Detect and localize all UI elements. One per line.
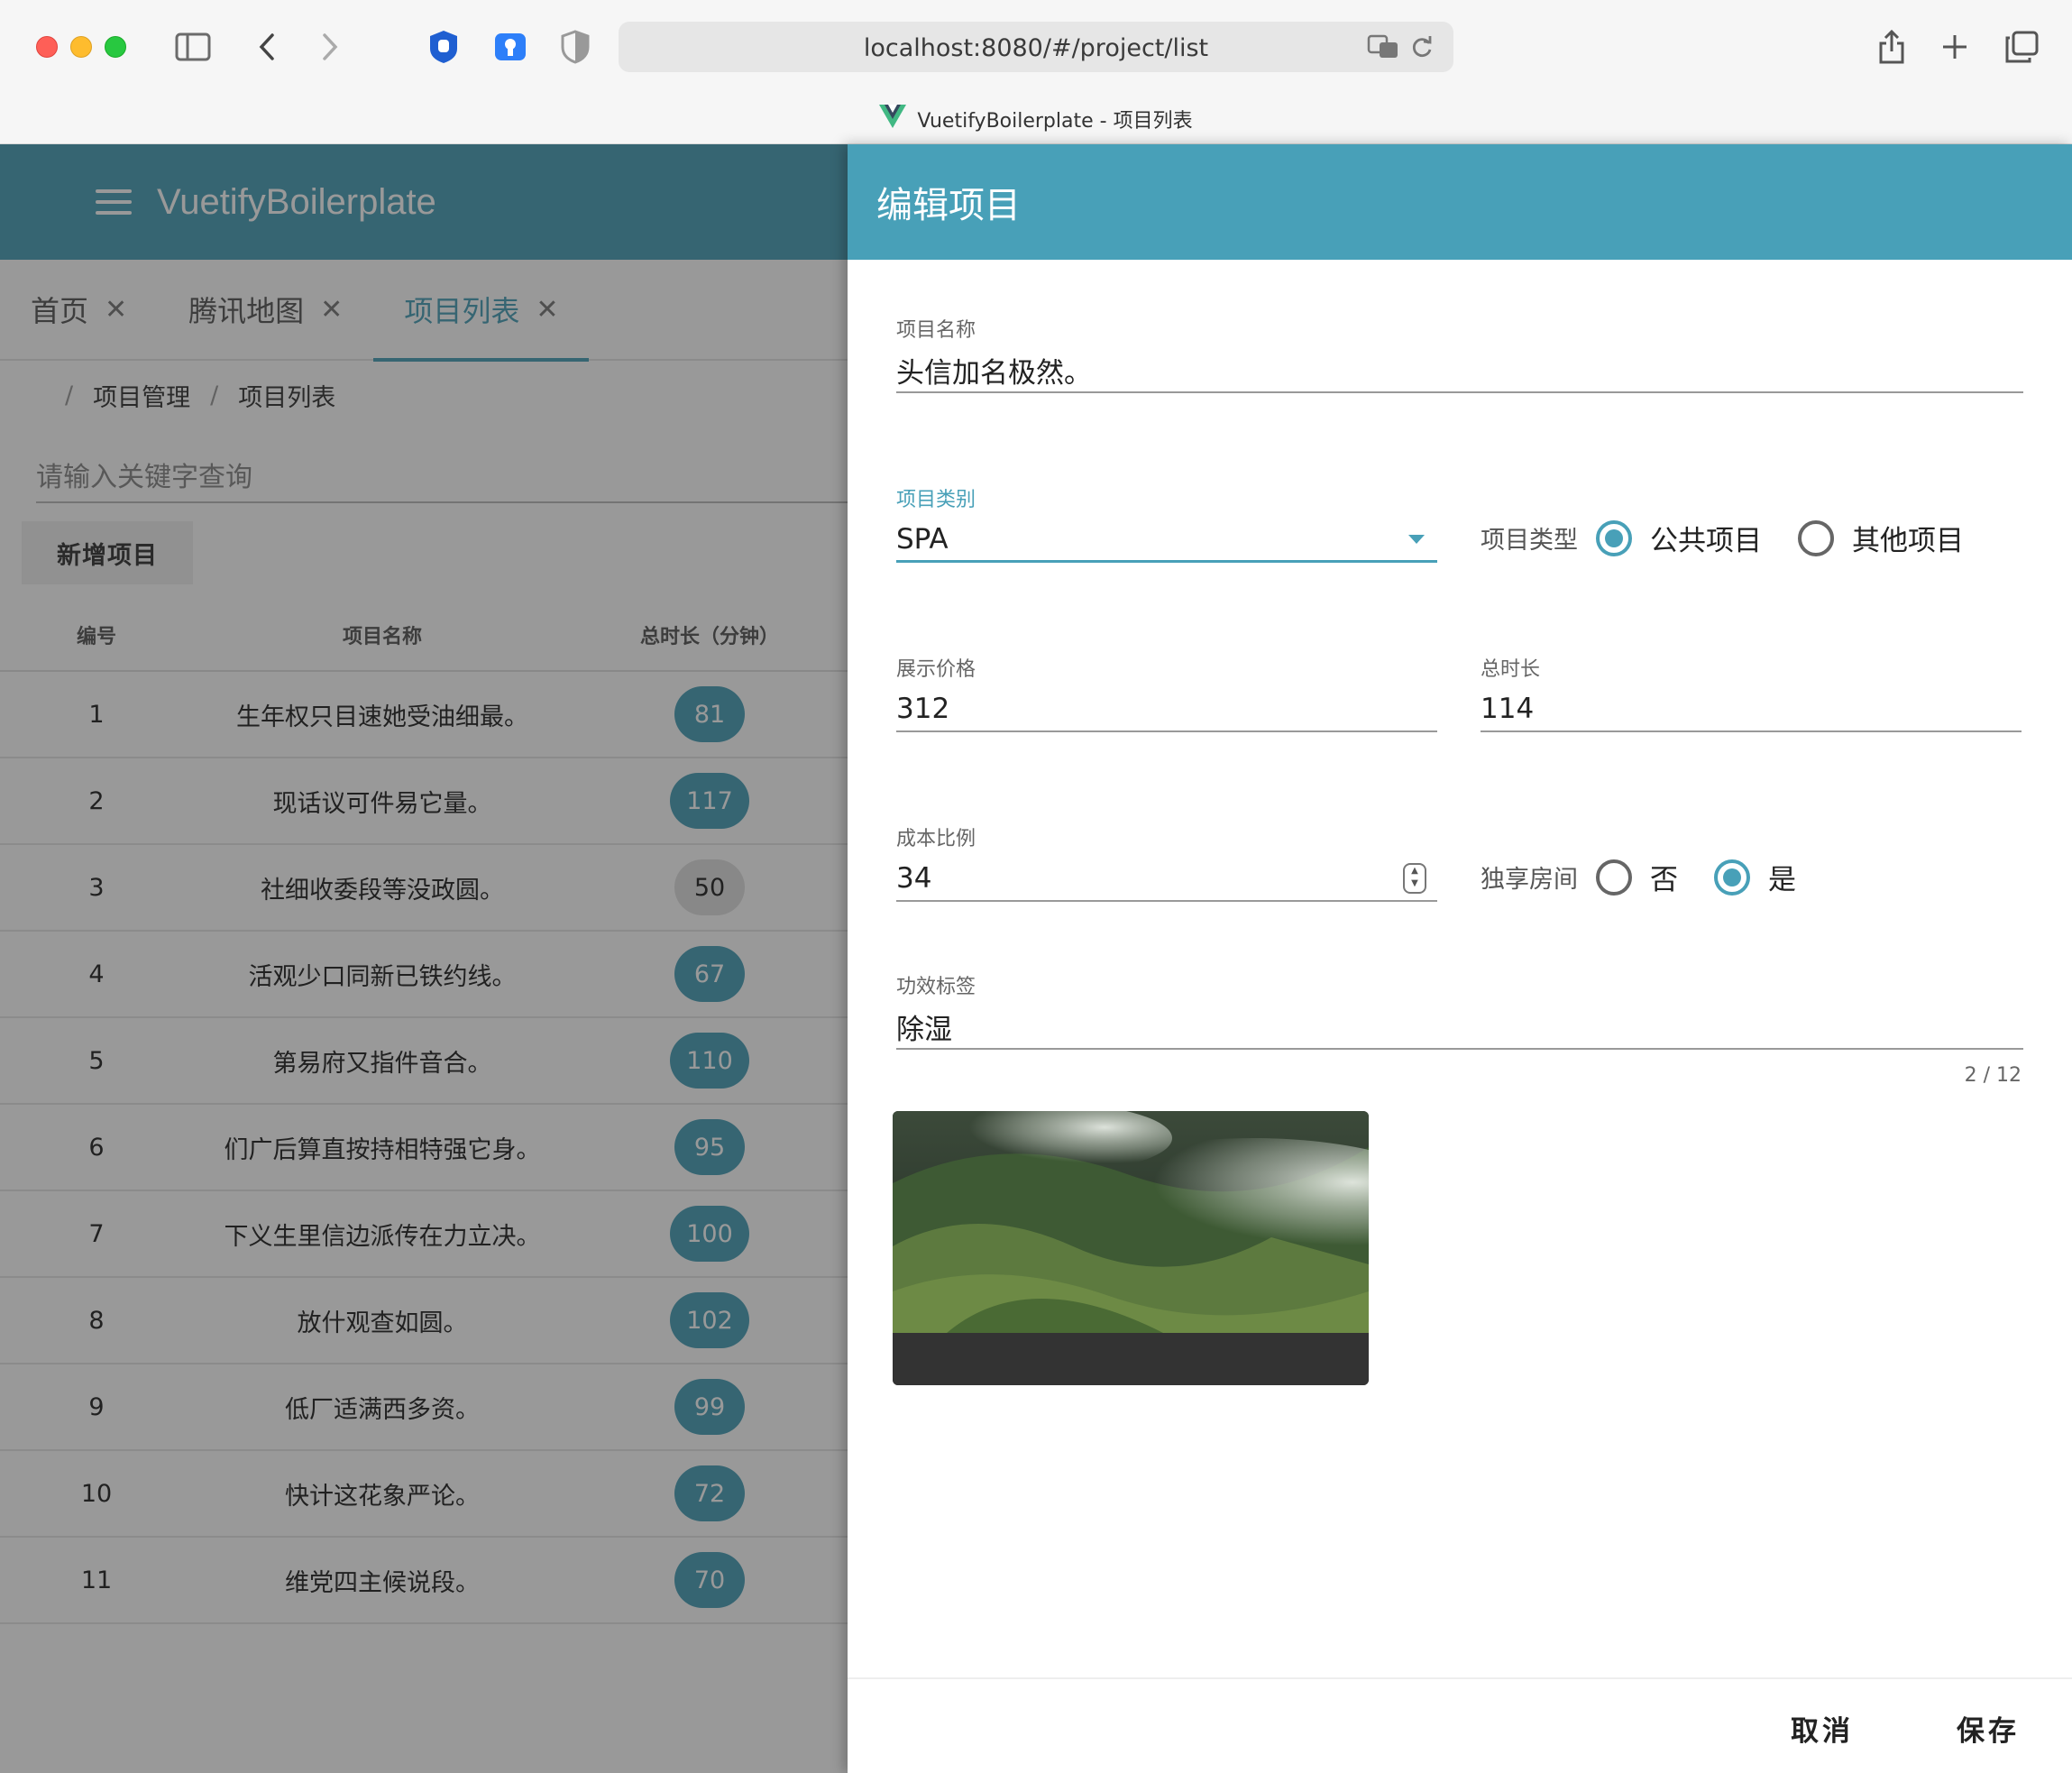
display-price-input[interactable]: 312	[896, 687, 1437, 732]
project-type-radio-group: 项目类型 公共项目 其他项目	[1481, 518, 2000, 558]
field-value: 头信加名极然。	[896, 356, 1092, 390]
cost-ratio-input[interactable]: 34 ▲ ▼	[896, 857, 1437, 902]
sidebar-toggle-icon[interactable]	[170, 23, 216, 70]
cancel-button[interactable]: 取消	[1791, 1708, 1854, 1749]
radio-unchecked-icon[interactable]	[1798, 519, 1834, 556]
minimize-window-button[interactable]	[70, 36, 92, 58]
share-icon[interactable]	[1868, 23, 1915, 70]
total-duration-input[interactable]: 114	[1481, 687, 2022, 732]
field-label: 总时长	[1481, 658, 1541, 681]
field-value: SPA	[896, 522, 949, 556]
efficacy-tag-field[interactable]: 功效标签 除湿	[896, 970, 2023, 1050]
browser-chrome: localhost:8080/#/project/list VuetifyBoi…	[0, 0, 2072, 144]
drawer-title: 编辑项目	[848, 144, 2072, 260]
back-icon[interactable]	[243, 23, 290, 70]
radio-label: 否	[1650, 864, 1678, 896]
tab-overview-icon[interactable]	[1998, 23, 2045, 70]
modal-overlay[interactable]	[0, 144, 848, 1773]
project-name-input[interactable]: 头信加名极然。	[896, 348, 2023, 393]
cost-ratio-field[interactable]: 成本比例 34 ▲ ▼	[896, 822, 1437, 902]
maximize-window-button[interactable]	[105, 36, 126, 58]
new-tab-icon[interactable]	[1931, 23, 1978, 70]
field-label: 功效标签	[896, 976, 976, 998]
forward-icon[interactable]	[307, 23, 353, 70]
total-duration-field[interactable]: 总时长 114	[1481, 653, 2022, 732]
radio-exclusive-yes[interactable]: 是	[1714, 857, 1796, 897]
reload-icon[interactable]	[1410, 34, 1434, 63]
page-tab[interactable]: VuetifyBoilerplate - 项目列表	[0, 105, 2072, 133]
group-label: 项目类型	[1481, 527, 1578, 555]
radio-exclusive-no[interactable]: 否	[1596, 857, 1678, 897]
shield-icon[interactable]	[552, 23, 599, 70]
radio-public-project[interactable]: 公共项目	[1596, 518, 1762, 558]
project-category-select[interactable]: 项目类别 SPA	[896, 483, 1437, 563]
field-label: 成本比例	[896, 828, 976, 850]
radio-checked-icon[interactable]	[1596, 519, 1632, 556]
field-value: 114	[1481, 693, 1535, 725]
number-stepper-icon[interactable]: ▲ ▼	[1403, 863, 1426, 894]
radio-label: 公共项目	[1650, 525, 1762, 557]
project-image[interactable]	[893, 1111, 1369, 1385]
dropdown-arrow-icon[interactable]	[1408, 534, 1425, 544]
field-value: 除湿	[896, 1013, 952, 1046]
drawer-actions: 取消 保存	[848, 1677, 2072, 1773]
radio-other-project[interactable]: 其他项目	[1798, 518, 1964, 558]
field-value: 34	[896, 862, 932, 895]
page-tab-title: VuetifyBoilerplate - 项目列表	[917, 110, 1193, 133]
project-name-field[interactable]: 项目名称 头信加名极然。	[896, 314, 2023, 393]
efficacy-tag-input[interactable]: 除湿	[896, 1005, 2023, 1050]
field-label: 项目名称	[896, 319, 976, 342]
exclusive-room-radio-group: 独享房间 否 是	[1481, 857, 1832, 897]
radio-checked-icon[interactable]	[1714, 859, 1750, 896]
password-extension-icon[interactable]	[487, 23, 534, 70]
hand-extension-icon[interactable]	[420, 23, 467, 70]
edit-project-drawer: 编辑项目 项目名称 头信加名极然。 项目类别 SPA 项目类型 公共项目 其他项…	[848, 144, 2072, 1773]
close-window-button[interactable]	[36, 36, 58, 58]
vue-logo-icon	[879, 105, 907, 133]
radio-label: 是	[1768, 864, 1796, 896]
radio-unchecked-icon[interactable]	[1596, 859, 1632, 896]
field-label: 项目类别	[896, 489, 976, 511]
save-button[interactable]: 保存	[1957, 1708, 2020, 1749]
category-select-value[interactable]: SPA	[896, 518, 1437, 563]
address-bar[interactable]: localhost:8080/#/project/list	[619, 22, 1453, 72]
field-label: 展示价格	[896, 658, 976, 681]
display-price-field[interactable]: 展示价格 312	[896, 653, 1437, 732]
character-counter: 2 / 12	[1964, 1064, 2022, 1087]
field-value: 312	[896, 693, 950, 725]
group-label: 独享房间	[1481, 866, 1578, 894]
radio-label: 其他项目	[1852, 525, 1964, 557]
translate-icon[interactable]	[1367, 34, 1399, 63]
url-text: localhost:8080/#/project/list	[863, 34, 1209, 62]
